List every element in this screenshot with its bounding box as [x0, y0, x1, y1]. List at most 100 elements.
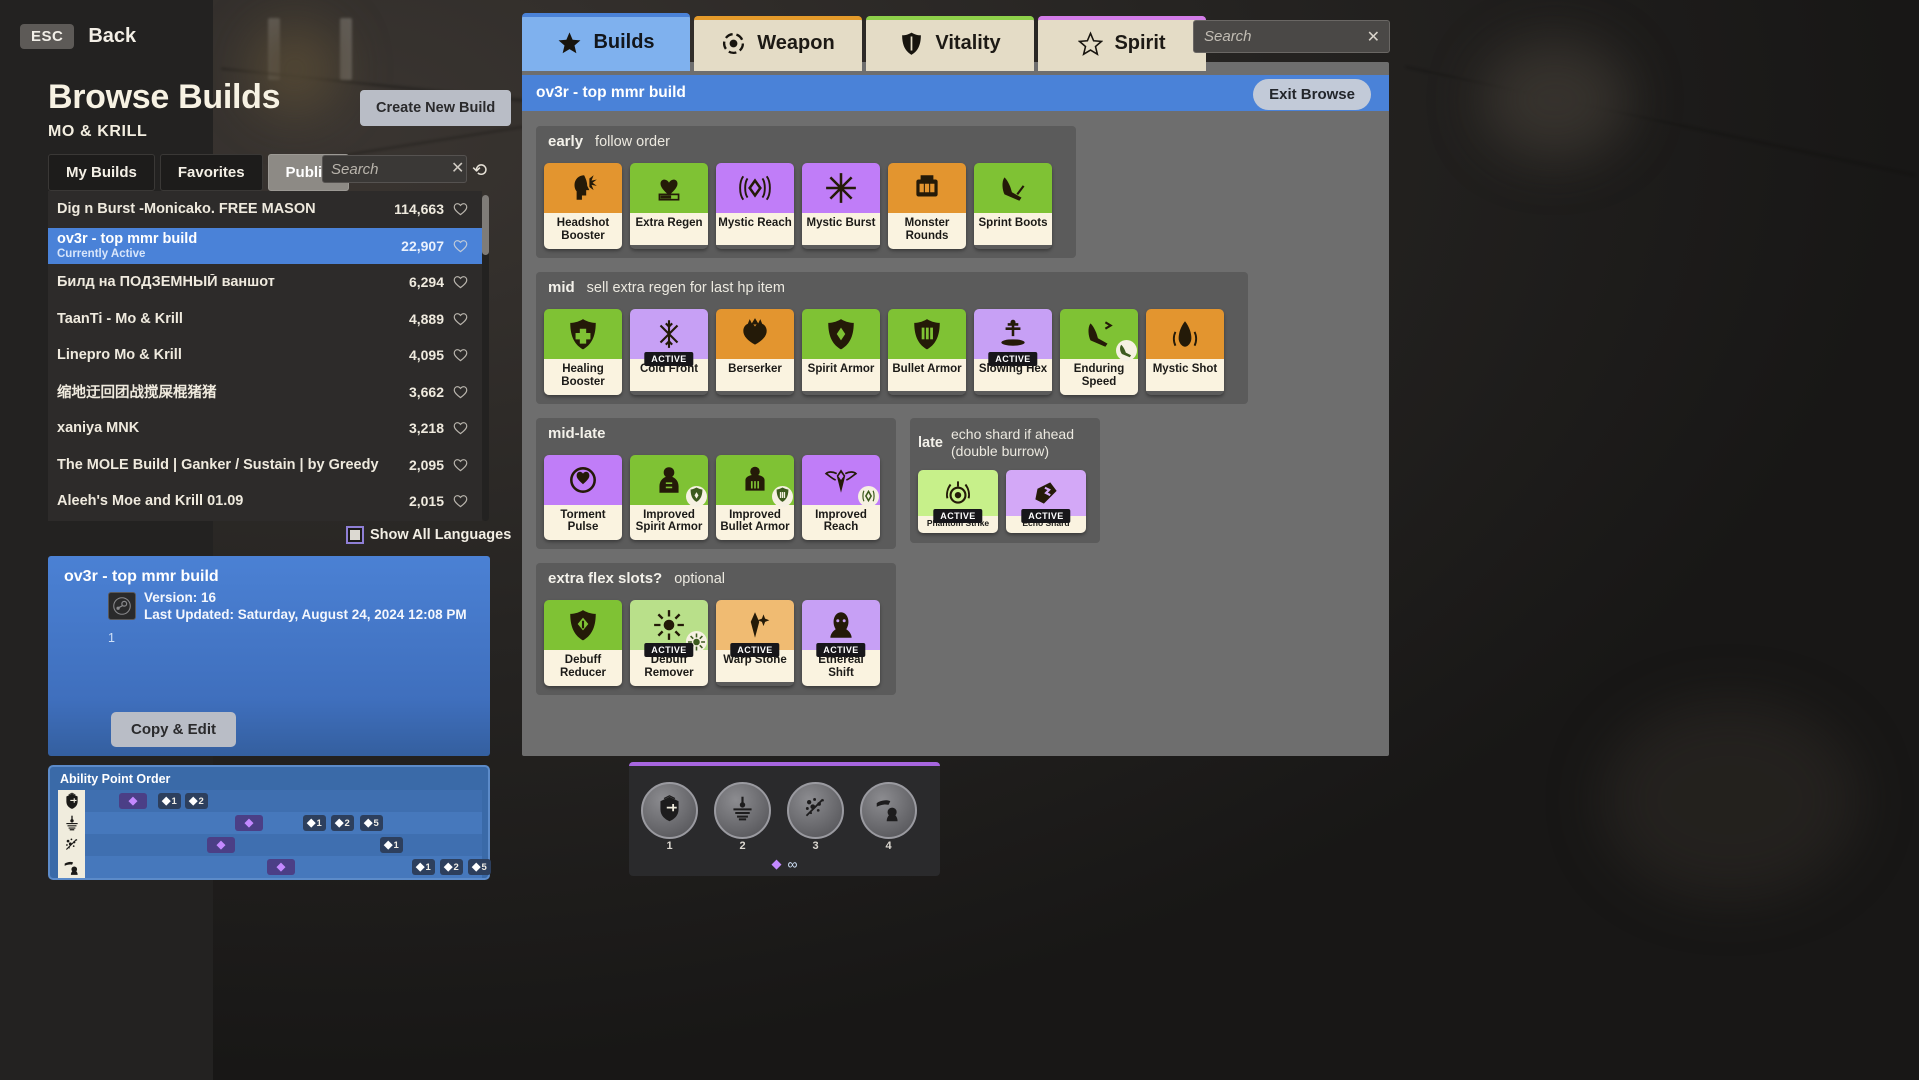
- ability-point-pip[interactable]: ◆2: [440, 859, 463, 875]
- ability-point-pip[interactable]: ◆1: [412, 859, 435, 875]
- ability-point-pip[interactable]: ◆1: [158, 793, 181, 809]
- category-tabs: Builds Weapon VitalitySpirit: [522, 13, 1206, 71]
- heart-icon[interactable]: [453, 275, 468, 289]
- tab-spirit[interactable]: Spirit: [1038, 16, 1206, 71]
- ability-point-pip[interactable]: ◆: [119, 793, 147, 809]
- combo-icon: [874, 794, 903, 828]
- build-list-item[interactable]: xaniya MNK3,218: [48, 410, 482, 447]
- build-favorite-count: 114,663: [394, 201, 444, 217]
- tab-weapon[interactable]: Weapon: [694, 16, 862, 71]
- ability-point-level: 5: [373, 818, 378, 829]
- hotbar-ability-1[interactable]: 1: [641, 782, 698, 839]
- build-list-item[interactable]: TaanTi - Mo & Krill4,889: [48, 301, 482, 338]
- build-item-card[interactable]: Improved Bullet Armor: [716, 455, 794, 541]
- ability-point-pip[interactable]: ◆: [207, 837, 235, 853]
- build-list[interactable]: Dig n Burst -Monicako. FREE MASON114,663…: [48, 191, 482, 521]
- build-item-card[interactable]: Mystic Shot: [1146, 309, 1224, 395]
- heart-icon[interactable]: [453, 458, 468, 472]
- build-list-scrollbar[interactable]: [482, 195, 489, 521]
- tab-label: Weapon: [757, 32, 834, 55]
- build-name: Билд на ПОДЗЕМНЫЙ ваншот: [57, 274, 275, 290]
- build-item-card[interactable]: ACTIVEPhantom Strike: [918, 470, 998, 533]
- build-search-input[interactable]: Search: [322, 155, 467, 183]
- build-item-card[interactable]: ACTIVEEcho Shard: [1006, 470, 1086, 533]
- build-item-label: Headshot Booster: [544, 213, 622, 249]
- build-item-card[interactable]: Mystic Reach: [716, 163, 794, 249]
- ability-point-row: ◆◆1◆2◆5: [58, 856, 482, 878]
- build-section-header: earlyfollow order: [536, 126, 1076, 157]
- build-item-card[interactable]: Debuff Reducer: [544, 600, 622, 686]
- detail-title: ov3r - top mmr build: [64, 568, 219, 586]
- build-item-card[interactable]: Monster Rounds: [888, 163, 966, 249]
- tab-vitality[interactable]: Vitality: [866, 16, 1034, 71]
- heart-bar-icon: [630, 163, 708, 213]
- hotbar-ability-3[interactable]: 3: [787, 782, 844, 839]
- build-item-card[interactable]: ACTIVESlowing Hex: [974, 309, 1052, 395]
- build-source-tab-favorites[interactable]: Favorites: [160, 154, 263, 191]
- build-section-header: mid-late: [536, 418, 896, 449]
- build-item-card[interactable]: Bullet Armor: [888, 309, 966, 395]
- ability-point-level: 1: [393, 840, 398, 851]
- hotbar-ability-2[interactable]: 2: [714, 782, 771, 839]
- tab-builds[interactable]: Builds: [522, 13, 690, 71]
- build-item-card[interactable]: ACTIVEWarp Stone: [716, 600, 794, 686]
- build-list-item[interactable]: Aleeh's Moe and Krill 01.092,015: [48, 483, 482, 520]
- heart-icon[interactable]: [453, 312, 468, 326]
- hotbar-ability-4[interactable]: 4: [860, 782, 917, 839]
- build-item-card[interactable]: Extra Regen: [630, 163, 708, 249]
- ability-point-pip[interactable]: ◆5: [468, 859, 491, 875]
- build-item-card[interactable]: ACTIVEDebuff Remover: [630, 600, 708, 686]
- build-item-card[interactable]: Headshot Booster: [544, 163, 622, 249]
- build-item-card[interactable]: ACTIVEEthereal Shift: [802, 600, 880, 686]
- build-source-tab-my-builds[interactable]: My Builds: [48, 154, 155, 191]
- heart-icon[interactable]: [453, 348, 468, 362]
- build-item-card[interactable]: Sprint Boots: [974, 163, 1052, 249]
- hero-name: MO & KRILL: [48, 123, 280, 141]
- build-item-card[interactable]: ACTIVECold Front: [630, 309, 708, 395]
- build-section: earlyfollow order Headshot BoosterExtra R…: [536, 126, 1076, 258]
- ability-point-pip[interactable]: ◆: [235, 815, 263, 831]
- ability-point-pip[interactable]: ◆1: [303, 815, 326, 831]
- item-search-input[interactable]: Search ✕: [1193, 20, 1390, 53]
- detail-description: 1: [108, 631, 115, 645]
- build-item-card[interactable]: Berserker: [716, 309, 794, 395]
- build-item-card[interactable]: Improved Spirit Armor: [630, 455, 708, 541]
- build-section-items: Healing BoosterACTIVECold FrontBerserker…: [536, 303, 1248, 404]
- heart-icon[interactable]: [453, 239, 468, 253]
- refresh-icon[interactable]: ⟲: [472, 160, 487, 181]
- show-all-languages-toggle[interactable]: Show All Languages: [348, 527, 511, 543]
- close-icon[interactable]: ✕: [1367, 27, 1380, 47]
- ability-point-level: 2: [453, 862, 458, 873]
- back-control[interactable]: ESC Back: [20, 24, 136, 49]
- build-list-item[interactable]: ov3r - top mmr buildCurrently Active22,9…: [48, 228, 482, 265]
- heart-icon[interactable]: [453, 385, 468, 399]
- build-item-card[interactable]: Enduring Speed: [1060, 309, 1138, 395]
- create-new-build-button[interactable]: Create New Build: [360, 90, 511, 126]
- scrollbar-thumb[interactable]: [482, 195, 489, 255]
- build-item-card[interactable]: Mystic Burst: [802, 163, 880, 249]
- copy-and-edit-button[interactable]: Copy & Edit: [111, 712, 236, 747]
- ability-point-pip[interactable]: ◆2: [185, 793, 208, 809]
- build-list-item[interactable]: The MOLE Build | Ganker / Sustain | by G…: [48, 447, 482, 484]
- heart-icon[interactable]: [453, 421, 468, 435]
- build-list-item[interactable]: Dig n Burst -Monicako. FREE MASON114,663: [48, 191, 482, 228]
- build-item-label: Debuff Reducer: [544, 650, 622, 686]
- exit-browse-button[interactable]: Exit Browse: [1253, 79, 1371, 110]
- ability-point-pip[interactable]: ◆1: [380, 837, 403, 853]
- ability-point-pip[interactable]: ◆: [267, 859, 295, 875]
- build-item-label: Extra Regen: [630, 213, 708, 245]
- build-item-card[interactable]: Healing Booster: [544, 309, 622, 395]
- ability-point-pip[interactable]: ◆5: [360, 815, 383, 831]
- build-list-item[interactable]: 缩地迂回团战搅屎棍猪猪3,662: [48, 374, 482, 411]
- build-item-card[interactable]: Torment Pulse: [544, 455, 622, 541]
- build-list-item[interactable]: Билд на ПОДЗЕМНЫЙ ваншот6,294: [48, 264, 482, 301]
- build-name: xaniya MNK: [57, 420, 139, 436]
- heart-icon[interactable]: [453, 494, 468, 508]
- build-item-card[interactable]: Spirit Armor: [802, 309, 880, 395]
- checkbox-icon[interactable]: [348, 528, 362, 542]
- build-item-label: Bullet Armor: [888, 359, 966, 391]
- heart-icon[interactable]: [453, 202, 468, 216]
- ability-point-pip[interactable]: ◆2: [331, 815, 354, 831]
- build-item-card[interactable]: Improved Reach: [802, 455, 880, 541]
- build-list-item[interactable]: Linepro Mo & Krill4,095: [48, 337, 482, 374]
